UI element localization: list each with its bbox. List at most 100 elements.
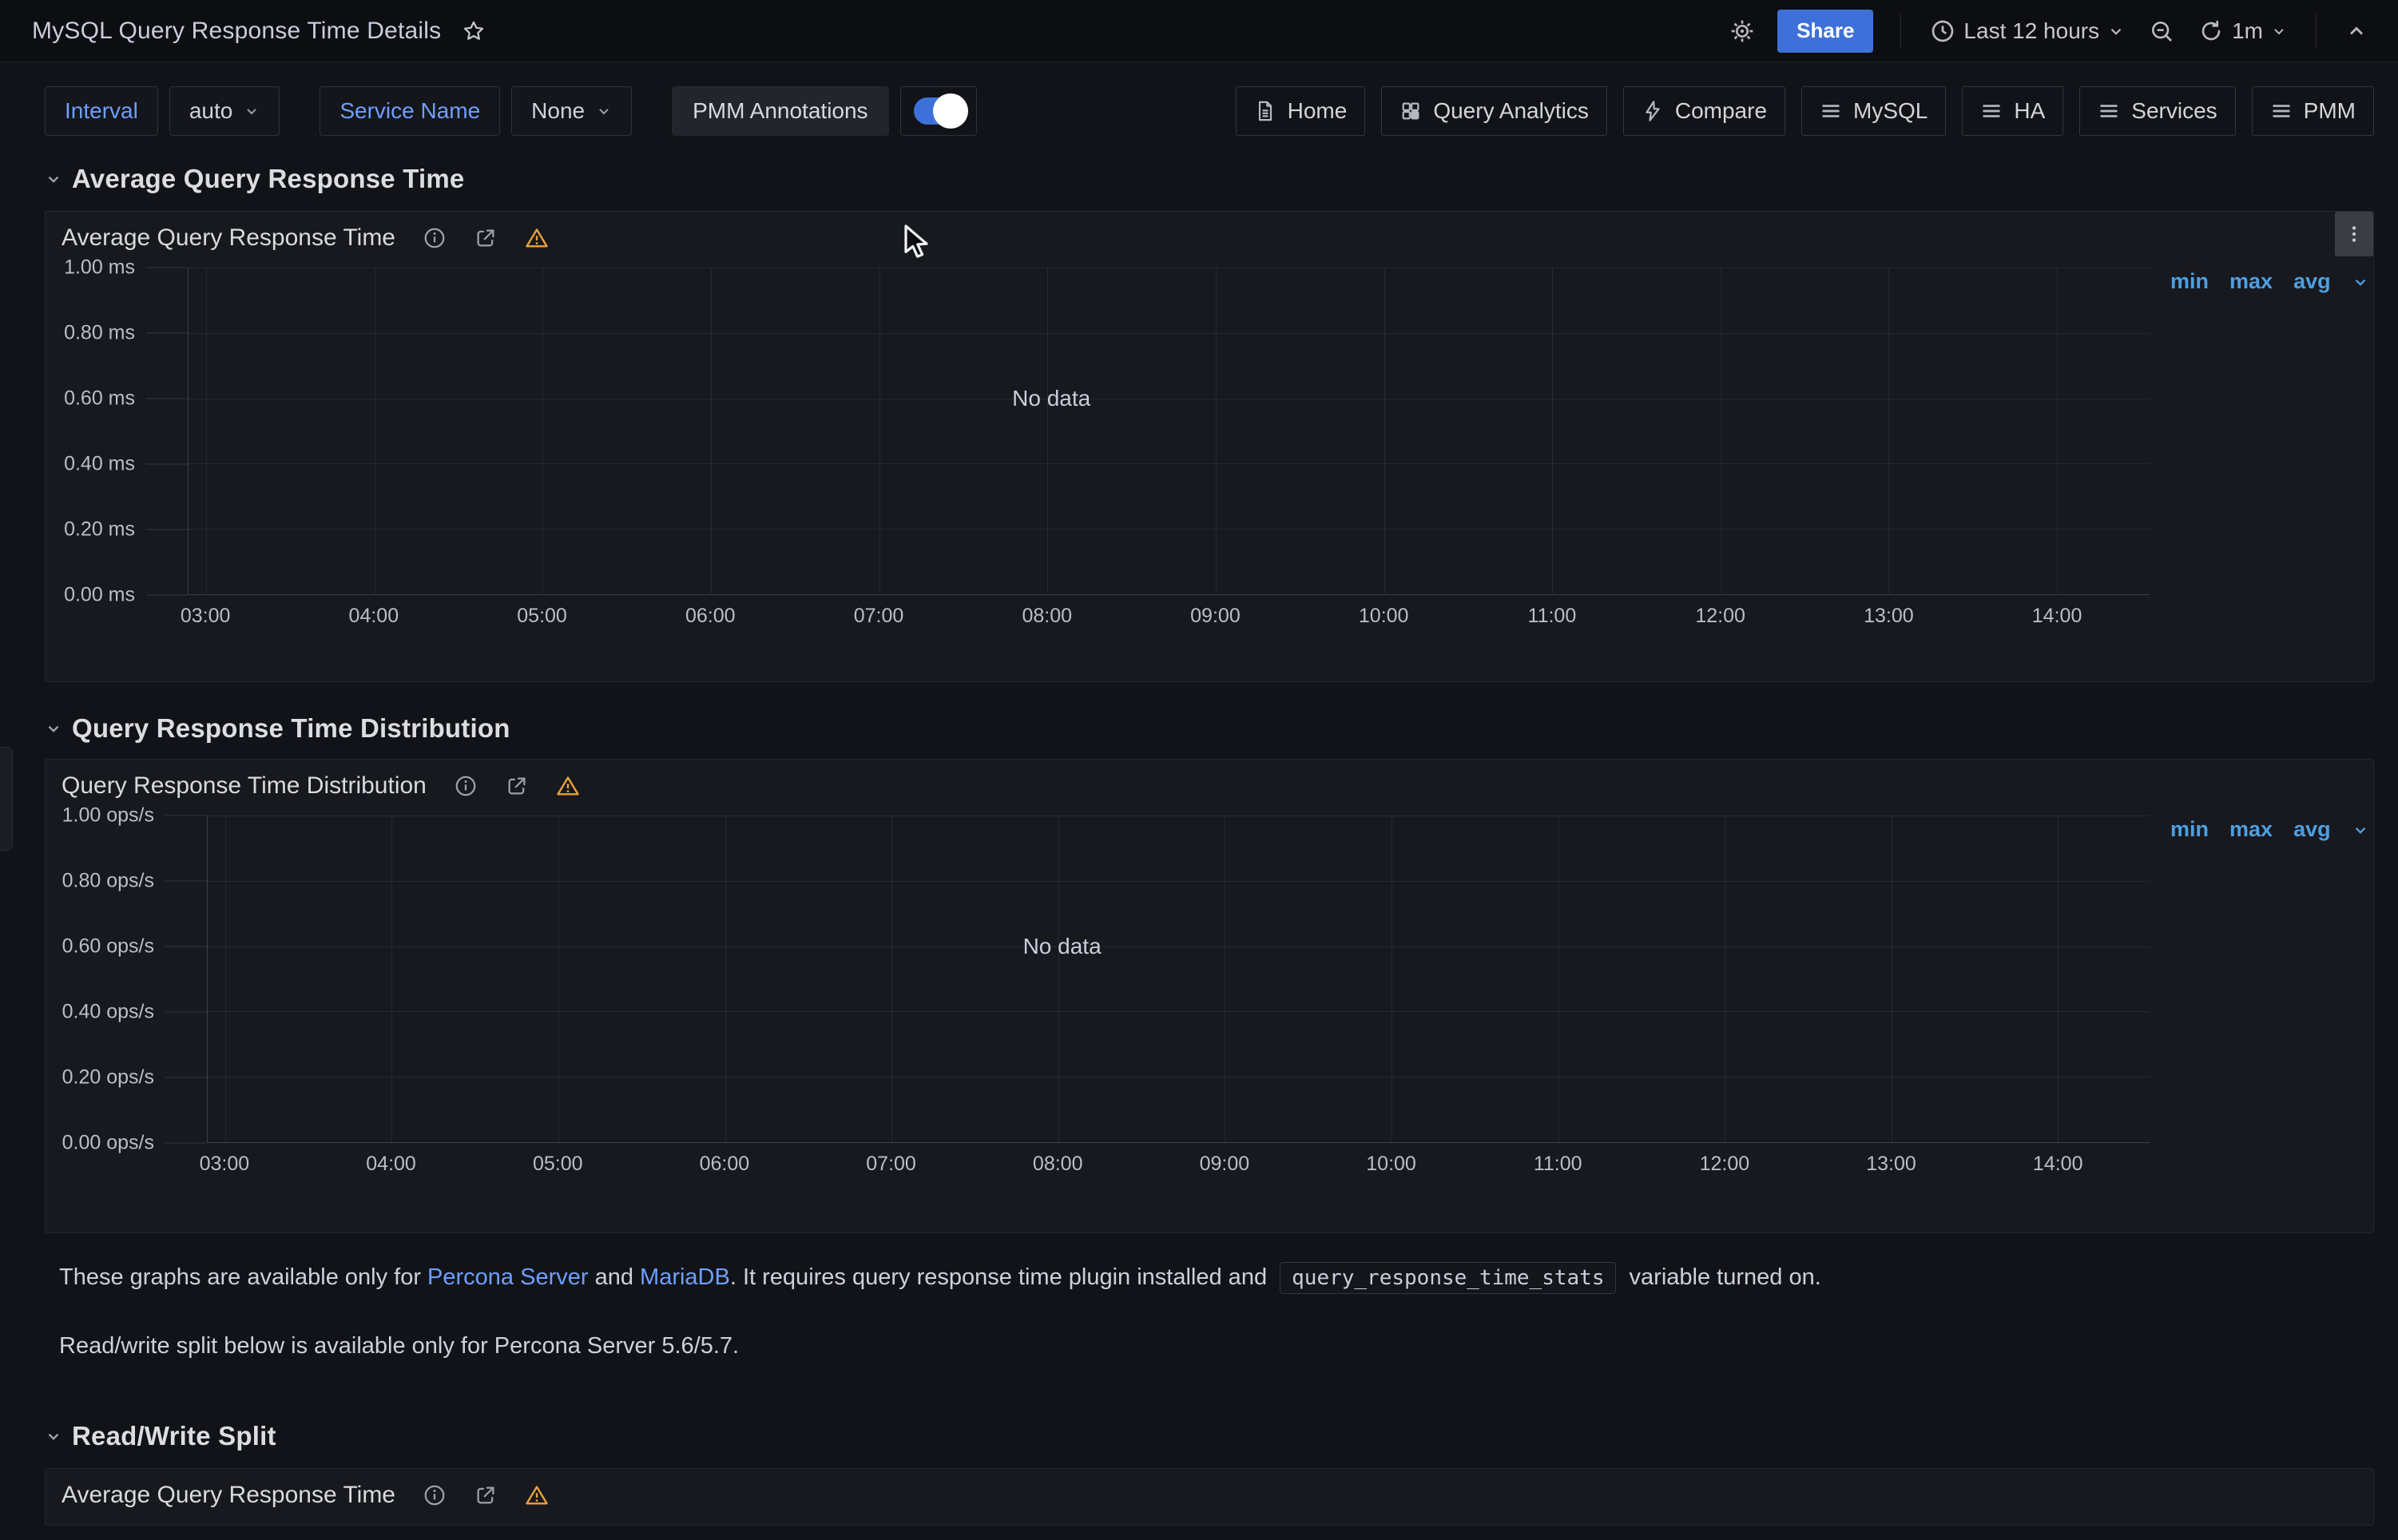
panel-header[interactable]: Average Query Response Time bbox=[46, 212, 2373, 256]
x-tick-label: 13:00 bbox=[1866, 1153, 1916, 1176]
refresh-icon bbox=[2198, 18, 2224, 44]
dashboard-settings-button[interactable] bbox=[1721, 10, 1763, 52]
x-tick-label: 07:00 bbox=[854, 605, 904, 628]
plot-area[interactable]: No data bbox=[207, 816, 2150, 1143]
chevron-down-icon[interactable] bbox=[2352, 273, 2369, 291]
chart-legend: min max avg bbox=[2170, 817, 2373, 842]
x-tick-label: 11:00 bbox=[1534, 1153, 1582, 1176]
time-range-label: Last 12 hours bbox=[1963, 18, 2099, 44]
info-icon[interactable] bbox=[423, 226, 447, 250]
x-tick-label: 09:00 bbox=[1190, 605, 1241, 628]
refresh-button[interactable]: 1m bbox=[2190, 10, 2295, 52]
chevron-down-icon bbox=[45, 720, 62, 737]
interval-variable-label[interactable]: Interval bbox=[45, 86, 158, 136]
pmm-annotations-toggle[interactable] bbox=[900, 86, 977, 136]
legend-max[interactable]: max bbox=[2229, 817, 2273, 842]
mariadb-link[interactable]: MariaDB bbox=[640, 1264, 730, 1290]
x-tick-label: 08:00 bbox=[1033, 1153, 1083, 1176]
left-edge-handle[interactable] bbox=[0, 747, 13, 851]
panel-query-response-time-distribution: Query Response Time Distribution 1.00 op… bbox=[45, 759, 2374, 1233]
time-series-chart[interactable]: 1.00 ms0.80 ms0.60 ms0.40 ms0.20 ms0.00 … bbox=[46, 268, 2373, 595]
y-tick-label: 1.00 ops/s bbox=[46, 804, 207, 828]
x-tick-label: 07:00 bbox=[866, 1153, 916, 1176]
y-tick-label: 0.40 ms bbox=[46, 453, 188, 476]
plot-area[interactable]: No data bbox=[188, 268, 2150, 595]
time-range-picker[interactable]: Last 12 hours bbox=[1922, 10, 2133, 52]
legend-avg[interactable]: avg bbox=[2293, 817, 2331, 842]
dashboard-content: Average Query Response Time Average Quer… bbox=[0, 163, 2398, 1526]
legend-min[interactable]: min bbox=[2170, 269, 2209, 294]
y-tick-label: 0.20 ms bbox=[46, 518, 188, 542]
legend-max[interactable]: max bbox=[2229, 269, 2273, 294]
nav-button-query-analytics[interactable]: Query Analytics bbox=[1381, 86, 1607, 136]
panel-title: Query Response Time Distribution bbox=[62, 772, 427, 800]
warning-icon[interactable] bbox=[556, 774, 580, 798]
x-tick-label: 13:00 bbox=[1864, 605, 1914, 628]
x-tick-label: 11:00 bbox=[1528, 605, 1577, 628]
x-tick-label: 14:00 bbox=[2033, 1153, 2083, 1176]
section-header-average-query-response-time[interactable]: Average Query Response Time bbox=[45, 163, 2374, 195]
refresh-interval-label: 1m bbox=[2232, 18, 2263, 44]
warning-icon[interactable] bbox=[525, 1483, 549, 1507]
x-tick-label: 10:00 bbox=[1366, 1153, 1416, 1176]
share-button[interactable]: Share bbox=[1777, 10, 1873, 53]
dashboard-title: MySQL Query Response Time Details bbox=[32, 18, 441, 45]
x-tick-label: 04:00 bbox=[349, 605, 399, 628]
topbar-actions: Share Last 12 hours bbox=[1721, 10, 2376, 53]
interval-variable-value[interactable]: auto bbox=[169, 86, 280, 136]
x-axis: 03:0004:0005:0006:0007:0008:0009:0010:00… bbox=[46, 1143, 2373, 1185]
favorite-star-icon[interactable] bbox=[462, 19, 486, 43]
y-tick-label: 0.80 ops/s bbox=[46, 870, 207, 893]
topbar-divider bbox=[1900, 14, 1901, 49]
panel-header[interactable]: Query Response Time Distribution bbox=[46, 760, 2373, 804]
time-series-chart[interactable]: 1.00 ops/s0.80 ops/s0.60 ops/s0.40 ops/s… bbox=[46, 816, 2373, 1143]
section-header-read-write-split[interactable]: Read/Write Split bbox=[45, 1420, 2374, 1452]
y-tick-label: 0.20 ops/s bbox=[46, 1066, 207, 1090]
zoom-out-time-button[interactable] bbox=[2141, 10, 2182, 52]
service-name-variable-value[interactable]: None bbox=[511, 86, 632, 136]
external-link-icon[interactable] bbox=[474, 226, 498, 250]
chevron-down-icon bbox=[2271, 23, 2287, 39]
section-header-query-response-time-distribution[interactable]: Query Response Time Distribution bbox=[45, 712, 2374, 744]
list-icon bbox=[1980, 100, 2003, 122]
x-tick-label: 04:00 bbox=[366, 1153, 416, 1176]
collapse-topbar-button[interactable] bbox=[2337, 12, 2376, 50]
nav-button-home[interactable]: Home bbox=[1236, 86, 1366, 136]
panel-header[interactable]: Average Query Response Time bbox=[46, 1469, 2373, 1514]
nav-button-pmm[interactable]: PMM bbox=[2252, 86, 2374, 136]
x-tick-label: 03:00 bbox=[200, 1153, 250, 1176]
toggle-switch-on bbox=[914, 97, 963, 125]
panel-menu-kebab-button[interactable] bbox=[2335, 212, 2373, 256]
chevron-down-icon[interactable] bbox=[2352, 821, 2369, 839]
topbar-divider bbox=[2316, 14, 2317, 49]
nav-button-services[interactable]: Services bbox=[2079, 86, 2235, 136]
legend-avg[interactable]: avg bbox=[2293, 269, 2331, 294]
clock-icon bbox=[1930, 18, 1955, 44]
info-icon[interactable] bbox=[454, 774, 478, 798]
x-tick-label: 12:00 bbox=[1700, 1153, 1750, 1176]
x-tick-label: 09:00 bbox=[1200, 1153, 1250, 1176]
template-variables: Interval auto Service Name None PMM Anno… bbox=[45, 86, 977, 136]
nav-button-compare[interactable]: Compare bbox=[1623, 86, 1785, 136]
dashboard-nav-links: Home Query Analytics Compare MySQL HA Service… bbox=[1236, 86, 2374, 136]
nav-button-ha[interactable]: HA bbox=[1962, 86, 2063, 136]
panel-average-query-response-time-rw: Average Query Response Time bbox=[45, 1468, 2374, 1526]
y-tick-label: 0.60 ms bbox=[46, 387, 188, 411]
nav-button-mysql[interactable]: MySQL bbox=[1801, 86, 1946, 136]
service-name-variable-label[interactable]: Service Name bbox=[320, 86, 500, 136]
legend-min[interactable]: min bbox=[2170, 817, 2209, 842]
x-tick-label: 03:00 bbox=[181, 605, 231, 628]
x-tick-label: 14:00 bbox=[2032, 605, 2082, 628]
warning-icon[interactable] bbox=[525, 226, 549, 250]
panel-average-query-response-time: Average Query Response Time 1.00 ms0.80 … bbox=[45, 211, 2374, 682]
y-axis: 1.00 ms0.80 ms0.60 ms0.40 ms0.20 ms0.00 … bbox=[46, 268, 188, 595]
external-link-icon[interactable] bbox=[505, 774, 529, 798]
variable-code-chip: query_response_time_stats bbox=[1280, 1262, 1616, 1294]
y-tick-label: 0.40 ops/s bbox=[46, 1001, 207, 1024]
info-icon[interactable] bbox=[423, 1483, 447, 1507]
y-tick-label: 1.00 ms bbox=[46, 256, 188, 280]
chevron-down-icon bbox=[2107, 22, 2125, 40]
x-tick-label: 06:00 bbox=[685, 605, 736, 628]
percona-server-link[interactable]: Percona Server bbox=[427, 1264, 589, 1290]
external-link-icon[interactable] bbox=[474, 1483, 498, 1507]
